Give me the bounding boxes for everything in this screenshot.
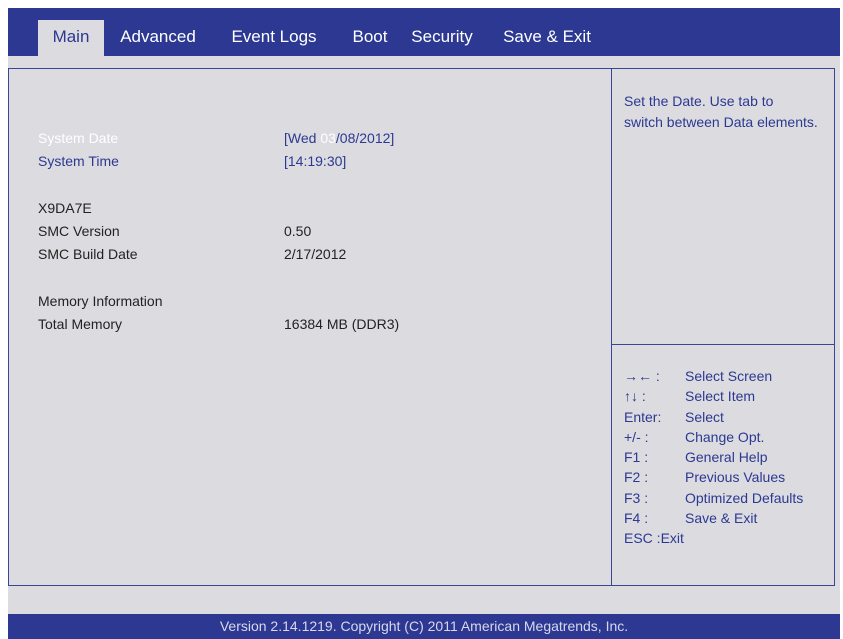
tab-event-logs[interactable]: Event Logs [222,20,326,56]
help-line-2: switch between Data elements. [624,114,818,130]
right-margin [835,68,840,586]
panel-divider-horizontal [612,344,840,345]
copyright-footer: Version 2.14.1219. Copyright (C) 2011 Am… [8,614,840,639]
system-date-suffix: /08/2012] [335,130,395,146]
menu-bar: Main Advanced Event Logs Boot Security S… [8,8,840,56]
key-description: Change Opt. [685,428,765,445]
key-row: F1 : General Help [624,449,834,469]
tab-advanced[interactable]: Advanced [111,20,205,56]
system-time-label[interactable]: System Time [38,153,119,169]
key-legend: →← : Select Screen ↑↓ : Select Item Enter:… [624,368,834,551]
tab-underbar [8,56,840,68]
system-date-label[interactable]: System Date [38,130,118,146]
key-row: →← : Select Screen [624,368,834,388]
key-label: Enter: [624,408,662,425]
key-row: +/- : Change Opt. [624,429,834,449]
tab-main[interactable]: Main [38,20,104,56]
system-date-prefix: [Wed [284,130,321,146]
help-text: Set the Date. Use tab to switch between … [624,91,834,133]
key-row: F4 : Save & Exit [624,510,834,530]
key-label: F4 : [624,510,649,527]
key-row: F3 : Optimized Defaults [624,490,834,510]
panel-divider-vertical [611,68,612,586]
key-row: Enter: Select [624,409,834,429]
smc-version-label: SMC Version [38,223,120,239]
system-date-selected-field[interactable]: 03 [320,130,336,146]
key-label: →← : [624,368,660,384]
key-description: Previous Values [685,469,786,486]
smc-version-value: 0.50 [284,223,312,239]
key-label: +/- : [624,428,649,445]
key-description: Save & Exit [685,510,758,527]
system-date-value[interactable]: [Wed 03/08/2012] [284,130,394,146]
key-description: Select Screen [685,368,773,384]
key-label: ESC :Exit [624,530,684,547]
key-row: ESC :Exit [624,530,834,550]
smc-build-date-label: SMC Build Date [38,246,138,262]
total-memory-label: Total Memory [38,316,123,332]
total-memory-value: 16384 MB (DDR3) [284,316,400,332]
key-description: Optimized Defaults [685,489,804,506]
bottom-spacer [8,586,840,614]
key-label: F3 : [624,489,649,506]
smc-build-date-value: 2/17/2012 [284,246,347,262]
tab-security[interactable]: Security [400,20,484,56]
key-description: Select Item [685,388,756,405]
key-description: General Help [685,449,768,466]
key-row: F2 : Previous Values [624,469,834,489]
memory-information-heading: Memory Information [38,293,163,309]
help-line-1: Set the Date. Use tab to [624,93,774,109]
key-row: ↑↓ : Select Item [624,388,834,408]
board-name: X9DA7E [38,200,92,216]
system-time-value[interactable]: [14:19:30] [284,153,346,169]
key-label: ↑↓ : [624,388,646,405]
tab-boot[interactable]: Boot [344,20,396,56]
key-label: F2 : [624,469,649,486]
key-label: F1 : [624,449,649,466]
tab-save-exit[interactable]: Save & Exit [494,20,600,56]
key-description: Select [685,408,724,425]
